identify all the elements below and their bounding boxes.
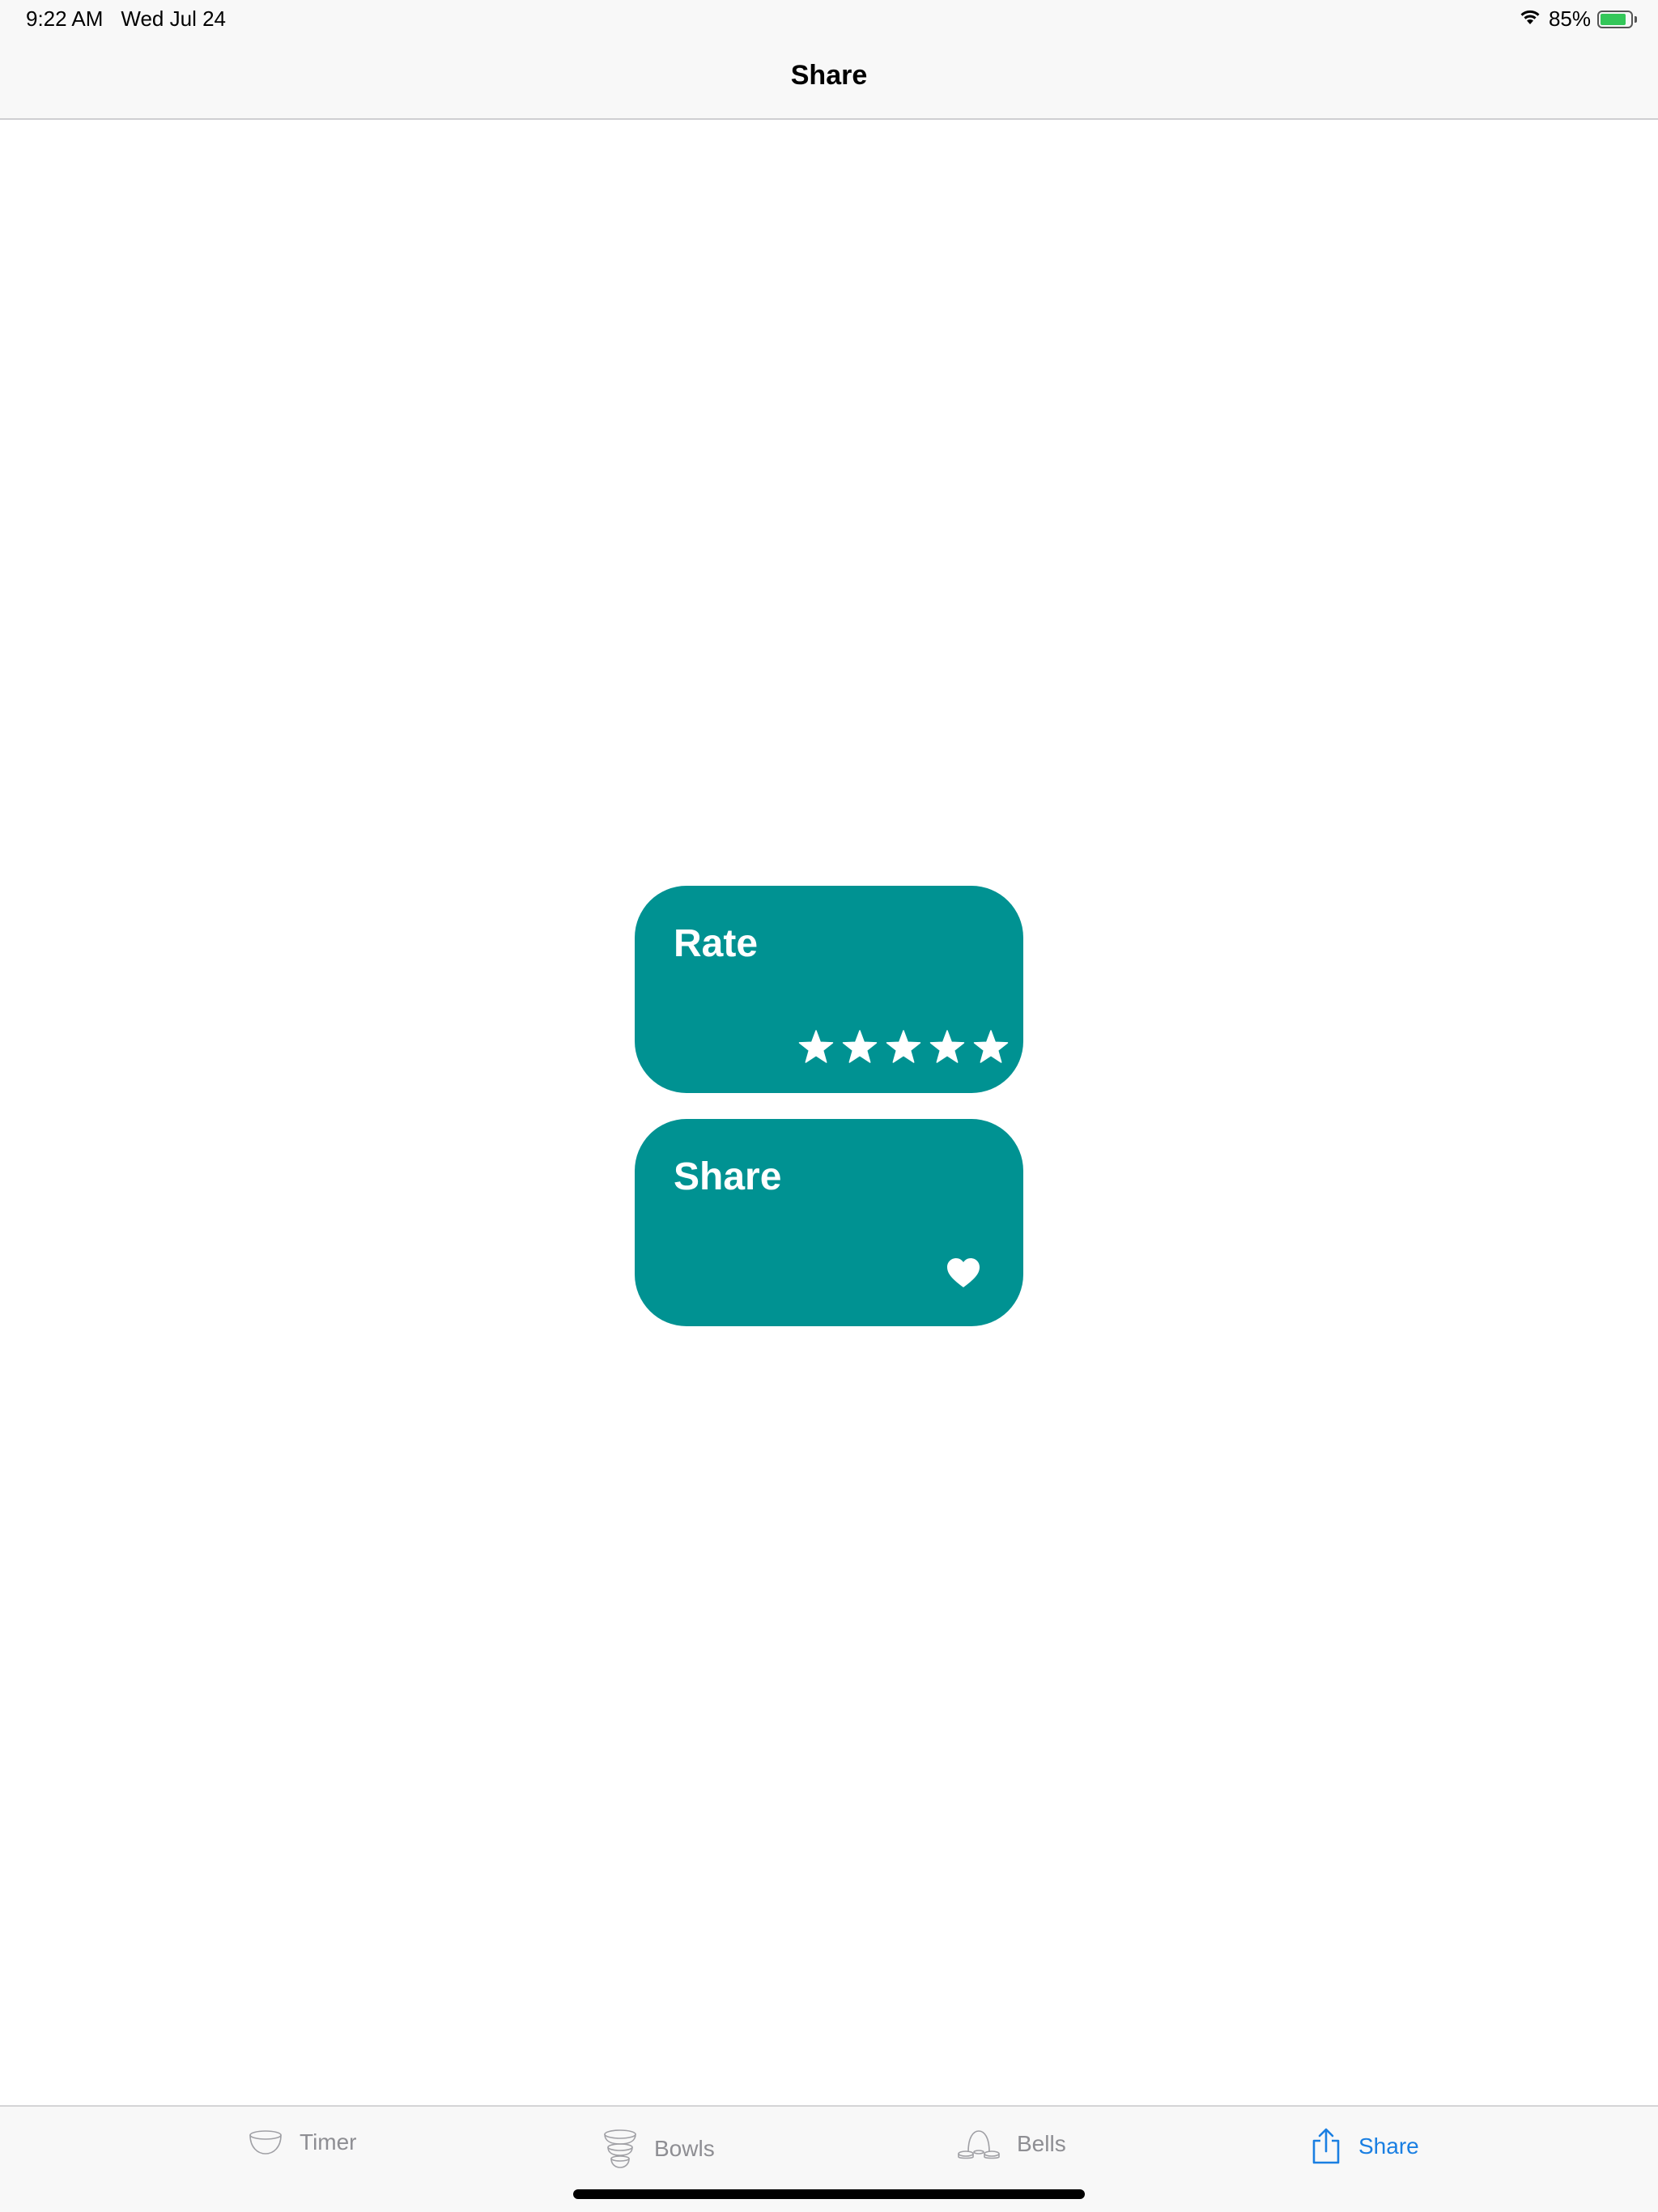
status-date: Wed Jul 24 <box>121 6 226 31</box>
star-icon <box>886 1030 921 1064</box>
star-icon <box>798 1030 834 1064</box>
bells-icon <box>957 2128 1001 2160</box>
wifi-icon <box>1518 6 1542 32</box>
tab-timer[interactable]: Timer <box>248 2128 357 2157</box>
tab-bowls[interactable]: Bowls <box>602 2128 715 2170</box>
tab-share-label: Share <box>1358 2133 1419 2159</box>
rate-card-title: Rate <box>674 922 759 965</box>
share-icon <box>1310 2128 1342 2165</box>
battery-charging-icon <box>1597 10 1637 28</box>
status-right: 85% <box>1518 6 1637 32</box>
share-card-button[interactable]: Share <box>635 1119 1023 1326</box>
home-indicator <box>573 2189 1085 2199</box>
star-icon <box>929 1030 965 1064</box>
page-title: Share <box>790 60 868 91</box>
battery-percent: 85% <box>1548 6 1591 31</box>
tab-bowls-label: Bowls <box>654 2136 715 2161</box>
share-screen: 9:22 AM Wed Jul 24 85% Share Rate Share … <box>0 0 1658 2212</box>
bowl-icon <box>248 2128 283 2157</box>
navigation-bar: Share <box>0 39 1658 120</box>
status-bar: 9:22 AM Wed Jul 24 85% <box>0 0 1658 39</box>
tab-bells[interactable]: Bells <box>957 2128 1066 2160</box>
star-icon <box>842 1030 878 1064</box>
share-card-title: Share <box>674 1155 782 1198</box>
tab-bells-label: Bells <box>1017 2131 1066 2156</box>
rate-card-button[interactable]: Rate <box>635 886 1023 1093</box>
status-left: 9:22 AM Wed Jul 24 <box>26 6 226 32</box>
rating-stars <box>798 1030 1009 1064</box>
tab-share[interactable]: Share <box>1310 2128 1419 2165</box>
status-time: 9:22 AM <box>26 6 104 31</box>
heart-icon <box>946 1257 981 1289</box>
tab-timer-label: Timer <box>300 2129 357 2155</box>
stacked-bowls-icon <box>602 2128 638 2170</box>
star-icon <box>973 1030 1009 1064</box>
